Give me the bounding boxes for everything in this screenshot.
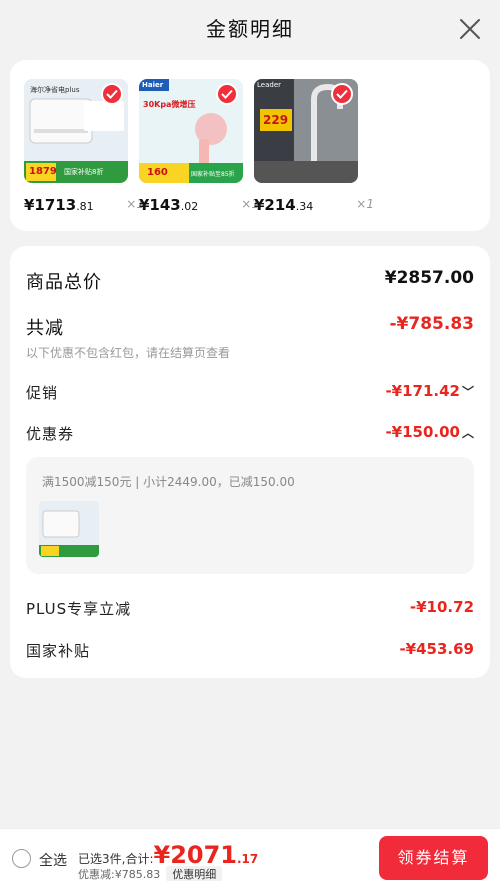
amount-details: 商品总价 ¥2857.00 共减 -¥785.83 以下优惠不包含红包，请在结算… bbox=[10, 246, 490, 678]
total-value: ¥2857.00 bbox=[384, 268, 474, 288]
product-image: Leader 229 bbox=[254, 79, 358, 183]
product-price-row: ¥1713.81 ×1 bbox=[24, 195, 144, 217]
order-summary: 已选3件,合计:¥2071.17 bbox=[78, 841, 258, 869]
product-image-caption: 海尔净省电plus bbox=[30, 86, 80, 94]
discount-note: 以下优惠不包含红包，请在结算页查看 bbox=[26, 346, 231, 360]
total-label: 商品总价 bbox=[26, 272, 102, 293]
product-item[interactable]: Haier 30Kpa微增压 160 国家补贴至85折 ¥143.02 ×1 bbox=[139, 79, 259, 214]
total-row: 商品总价 ¥2857.00 bbox=[26, 268, 474, 294]
coupon-row[interactable]: 优惠券 -¥150.00 ︿ bbox=[26, 423, 474, 445]
promo-label: 促销 bbox=[26, 384, 59, 402]
saved-amount: 优惠减:¥785.83 bbox=[78, 868, 161, 881]
footer-total-cents: .17 bbox=[237, 852, 259, 866]
footer-total: ¥2071 bbox=[153, 841, 238, 869]
plus-value: -¥10.72 bbox=[409, 598, 474, 616]
close-icon[interactable] bbox=[458, 17, 482, 41]
product-price: ¥143.02 bbox=[139, 196, 199, 214]
product-item[interactable]: Leader 229 ¥214.34 ×1 bbox=[254, 79, 374, 214]
coupon-description: 满1500减150元 | 小计2449.00，已减150.00 bbox=[42, 475, 295, 489]
product-image: 海尔净省电plus 1879 国家补贴8折 bbox=[24, 79, 128, 183]
page-title: 金额明细 bbox=[206, 17, 294, 41]
product-image: Haier 30Kpa微增压 160 国家补贴至85折 bbox=[139, 79, 243, 183]
select-all-radio[interactable] bbox=[12, 849, 31, 868]
subsidy-value: -¥453.69 bbox=[399, 640, 474, 658]
promo-row[interactable]: 促销 -¥171.42 ﹀ bbox=[26, 382, 474, 404]
header: 金额明细 bbox=[0, 0, 500, 58]
plus-label: PLUS专享立减 bbox=[26, 600, 132, 618]
coupon-product-thumb bbox=[39, 501, 99, 557]
subsidy-label: 国家补贴 bbox=[26, 642, 91, 660]
brand-logo: Haier bbox=[142, 81, 164, 89]
coupon-value: -¥150.00 ︿ bbox=[385, 423, 474, 441]
subsidy-row: 国家补贴 -¥453.69 bbox=[26, 640, 474, 662]
discount-label: 共减 bbox=[26, 318, 64, 339]
product-quantity: ×1 bbox=[356, 197, 374, 211]
saved-summary: 优惠减:¥785.83 优惠明细 bbox=[78, 866, 223, 881]
product-list: 海尔净省电plus 1879 国家补贴8折 ¥1713.81 ×1 Haier … bbox=[10, 60, 490, 231]
selected-check-icon[interactable] bbox=[331, 83, 353, 105]
product-image-price: 229 bbox=[263, 113, 289, 127]
product-price-row: ¥143.02 ×1 bbox=[139, 195, 259, 217]
promo-value: -¥171.42 ﹀ bbox=[385, 382, 474, 400]
checkout-button[interactable]: 领券结算 bbox=[379, 836, 488, 880]
product-price: ¥1713.81 bbox=[24, 196, 94, 214]
chevron-down-icon[interactable]: ﹀ bbox=[462, 383, 474, 400]
plus-row: PLUS专享立减 -¥10.72 bbox=[26, 598, 474, 620]
summary-prefix: 已选3件,合计: bbox=[78, 852, 154, 866]
product-image-price: 1879 bbox=[29, 166, 57, 177]
product-price-row: ¥214.34 ×1 bbox=[254, 195, 374, 217]
product-image-tag: 国家补贴至85折 bbox=[191, 171, 235, 178]
product-price: ¥214.34 bbox=[254, 196, 314, 214]
brand-logo: Leader bbox=[257, 81, 282, 89]
discount-detail-link[interactable]: 优惠明细 bbox=[166, 866, 223, 881]
chevron-up-icon[interactable]: ︿ bbox=[462, 424, 474, 441]
selected-check-icon[interactable] bbox=[101, 83, 123, 105]
product-image-caption: 30Kpa微增压 bbox=[143, 100, 196, 109]
coupon-detail-box: 满1500减150元 | 小计2449.00，已减150.00 bbox=[26, 457, 474, 574]
product-image-tag: 国家补贴8折 bbox=[64, 168, 104, 176]
coupon-label: 优惠券 bbox=[26, 425, 75, 443]
product-item[interactable]: 海尔净省电plus 1879 国家补贴8折 ¥1713.81 ×1 bbox=[24, 79, 144, 214]
selected-check-icon[interactable] bbox=[216, 83, 238, 105]
select-all-label[interactable]: 全选 bbox=[39, 850, 67, 870]
checkout-bar: 全选 已选3件,合计:¥2071.17 优惠减:¥785.83 优惠明细 领券结算 bbox=[0, 828, 500, 881]
discount-value: -¥785.83 bbox=[389, 314, 475, 334]
discount-row: 共减 -¥785.83 bbox=[26, 314, 474, 340]
product-image-price: 160 bbox=[147, 167, 168, 178]
